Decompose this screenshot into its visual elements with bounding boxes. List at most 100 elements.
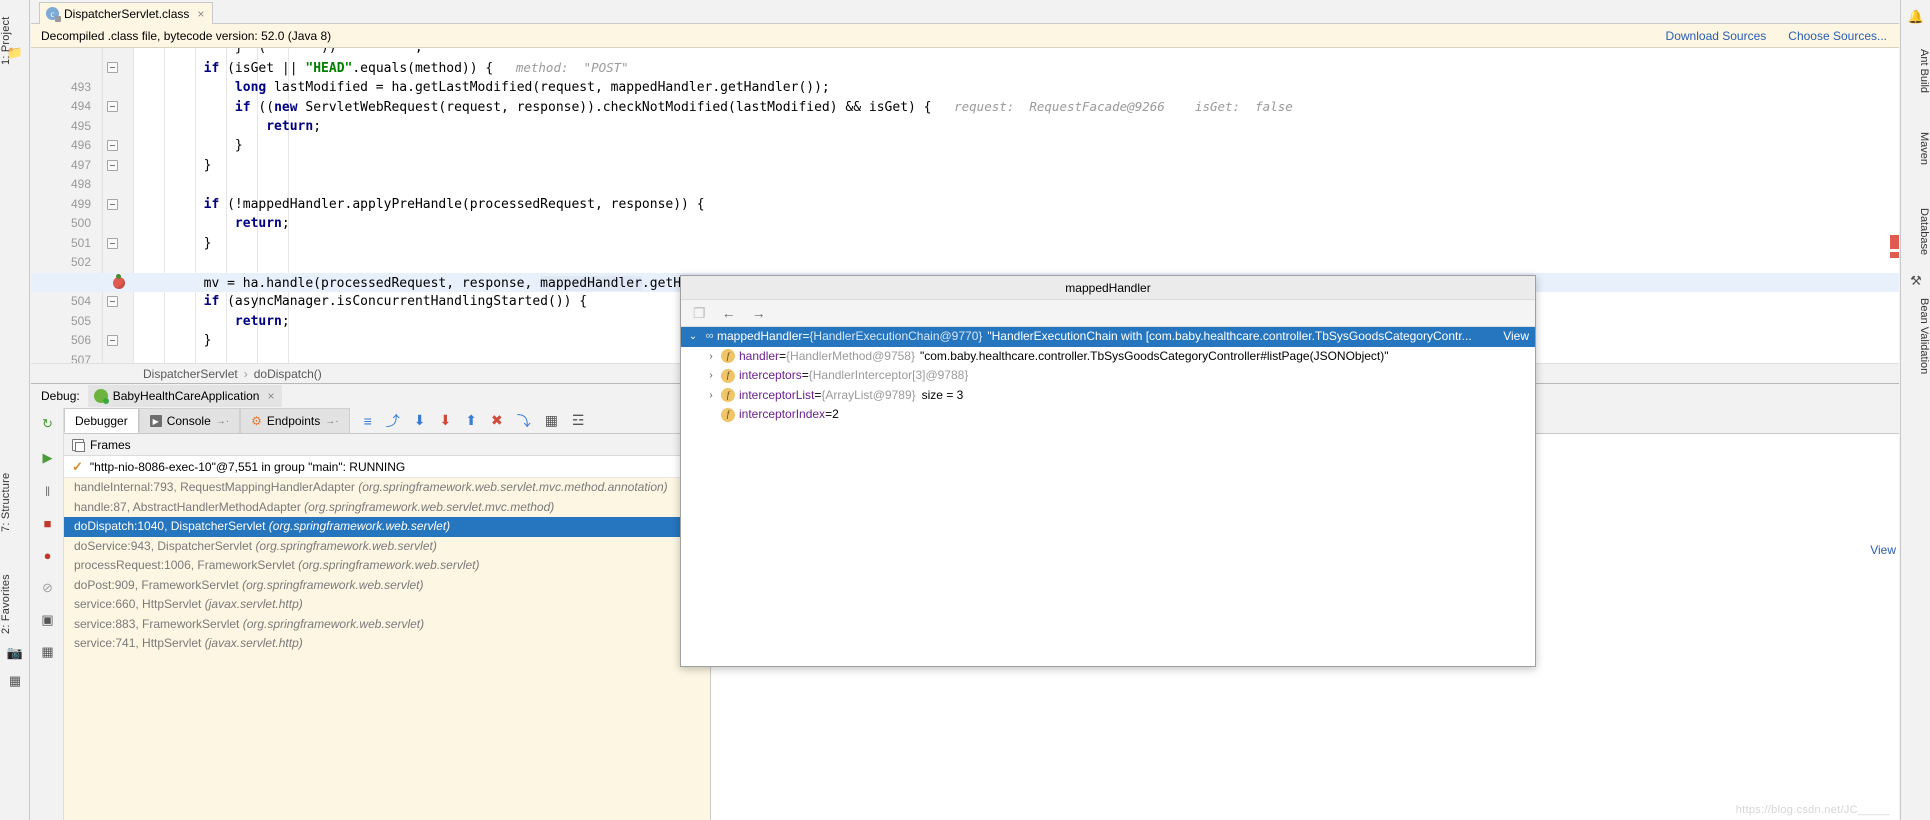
bean-icon[interactable]: ⚒ [1907, 272, 1925, 290]
tab-debugger[interactable]: Debugger [64, 408, 139, 433]
sidebar-item-database[interactable]: Database [1900, 196, 1930, 268]
view-link[interactable]: View [1493, 327, 1529, 347]
frame-row[interactable]: handleInternal:793, RequestMappingHandle… [64, 478, 710, 498]
pause-program-icon[interactable]: ‖ [38, 482, 57, 501]
notifications-icon[interactable]: 🔔 [1907, 8, 1925, 26]
code-line[interactable]: 498 } [31, 156, 1899, 176]
tree-node-interceptorindex[interactable]: f interceptorIndex = 2 [681, 405, 1535, 425]
thread-selector[interactable]: ✓ "http-nio-8086-exec-10"@7,551 in group… [64, 456, 710, 478]
close-icon[interactable]: × [267, 389, 274, 403]
sidebar-item-favorites[interactable]: 2: Favorites [0, 560, 30, 648]
fold-marker-icon[interactable] [107, 296, 118, 307]
layout-settings-icon[interactable]: ≡ [364, 413, 372, 429]
back-arrow-icon[interactable]: ← [722, 305, 736, 321]
sidebar-item-ant-build[interactable]: Ant Build [1900, 40, 1930, 102]
code-line[interactable]: 495 if ((new ServletWebRequest(request, … [31, 97, 1899, 117]
chevron-down-icon[interactable]: ⌄ [685, 327, 701, 347]
step-into-icon[interactable]: ⬇ [414, 412, 426, 429]
sidebar-item-project[interactable]: 1: Project [0, 6, 30, 76]
stop-icon[interactable]: ■ [38, 514, 57, 533]
layout-icon[interactable]: ▦ [38, 642, 57, 661]
fold-marker-icon[interactable] [107, 335, 118, 346]
breadcrumb-class[interactable]: DispatcherServlet [143, 367, 238, 381]
sidebar-item-bean-validation[interactable]: Bean Validation [1900, 290, 1930, 382]
choose-sources-link[interactable]: Choose Sources... [1788, 29, 1887, 43]
thread-label: "http-nio-8086-exec-10"@7,551 in group "… [90, 460, 405, 474]
fold-marker-icon[interactable] [107, 140, 118, 151]
chevron-right-icon[interactable]: › [703, 366, 719, 386]
frames-header: Frames [64, 434, 710, 456]
code-line[interactable]: 494 long lastModified = ha.getLastModifi… [31, 78, 1899, 98]
run-to-cursor-icon[interactable]: ⤵ [517, 411, 531, 431]
tree-node-handler[interactable]: › f handler = {HandlerMethod@9758} "com.… [681, 347, 1535, 367]
code-line[interactable]: 496 return; [31, 117, 1899, 137]
equals-sign: = [802, 327, 809, 347]
drop-frame-icon[interactable]: ✖ [491, 412, 503, 429]
frames-pane: Frames ✓ "http-nio-8086-exec-10"@7,551 i… [64, 434, 711, 820]
tree-node-interceptors[interactable]: › f interceptors = {HandlerInterceptor[3… [681, 366, 1535, 386]
rerun-icon[interactable]: ↻ [38, 414, 57, 433]
code-line[interactable]: 501 return; [31, 214, 1899, 234]
sidebar-item-maven[interactable]: Maven [1900, 120, 1930, 178]
settings-icon[interactable]: ☲ [572, 412, 585, 429]
view-breakpoints-icon[interactable]: ● [38, 546, 57, 565]
code-line[interactable]: 503 [31, 253, 1899, 273]
pin-icon[interactable]: →· [216, 416, 229, 427]
fold-marker-icon[interactable] [107, 160, 118, 171]
fold-marker-icon[interactable] [107, 238, 118, 249]
tree-node-mappedhandler[interactable]: ⌄ ∞ mappedHandler = {HandlerExecutionCha… [681, 327, 1535, 347]
tab-endpoints[interactable]: ⚙ Endpoints →· [240, 408, 349, 433]
terminal-strip-icon[interactable]: ▦ [6, 672, 24, 690]
chevron-right-icon[interactable]: › [703, 347, 719, 367]
frame-row[interactable]: service:741, HttpServlet (javax.servlet.… [64, 634, 710, 654]
sidebar-item-structure[interactable]: 7: Structure [0, 460, 30, 544]
frame-row[interactable]: processRequest:1006, FrameworkServlet (o… [64, 556, 710, 576]
frames-list[interactable]: handleInternal:793, RequestMappingHandle… [64, 478, 710, 820]
frame-row[interactable]: doPost:909, FrameworkServlet (org.spring… [64, 576, 710, 596]
tree-node-interceptorlist[interactable]: › f interceptorList = {ArrayList@9789} s… [681, 386, 1535, 406]
resume-program-icon[interactable]: ▶ [38, 448, 57, 467]
thread-running-icon: ✓ [72, 459, 83, 475]
variable-inspector-popup[interactable]: mappedHandler ❐ ← → ⌄ ∞ mappedHandler = … [680, 275, 1536, 667]
code-line[interactable]: 500 if (!mappedHandler.applyPreHandle(pr… [31, 195, 1899, 215]
editor-tab-dispatcherservlet[interactable]: c DispatcherServlet.class × [39, 2, 213, 24]
forward-arrow-icon[interactable]: → [752, 305, 766, 321]
code-line[interactable]: 497 } [31, 136, 1899, 156]
fold-marker-icon[interactable] [107, 62, 118, 73]
step-over-icon[interactable]: ⤴ [386, 411, 400, 431]
fold-marker-icon[interactable] [107, 101, 118, 112]
pin-icon[interactable]: →· [325, 416, 338, 427]
view-link-side[interactable]: View [1870, 543, 1896, 557]
code-line[interactable]: 502 } [31, 234, 1899, 254]
frame-row[interactable]: service:883, FrameworkServlet (org.sprin… [64, 615, 710, 635]
camera-strip-icon[interactable]: 📷 [6, 644, 24, 662]
frame-row-selected[interactable]: doDispatch:1040, DispatcherServlet (org.… [64, 517, 710, 537]
fold-marker-icon[interactable] [107, 199, 118, 210]
evaluate-expression-icon[interactable]: ▦ [545, 412, 558, 429]
frame-row[interactable]: handle:87, AbstractHandlerMethodAdapter … [64, 498, 710, 518]
chevron-right-icon[interactable]: › [703, 386, 719, 406]
variable-tree[interactable]: ⌄ ∞ mappedHandler = {HandlerExecutionCha… [681, 327, 1535, 425]
variable-value: "com.baby.healthcare.controller.TbSysGoo… [920, 347, 1389, 367]
endpoints-icon: ⚙ [251, 414, 262, 428]
tab-console[interactable]: ▶ Console →· [139, 408, 240, 433]
popup-toolbar: ❐ ← → [681, 300, 1535, 327]
frame-row[interactable]: service:660, HttpServlet (javax.servlet.… [64, 595, 710, 615]
mute-breakpoints-icon[interactable]: ⊘ [38, 578, 57, 597]
editor-tab-label: DispatcherServlet.class [64, 7, 189, 21]
force-step-into-icon[interactable]: ⬇ [439, 412, 451, 429]
tab-endpoints-label: Endpoints [267, 414, 320, 428]
copy-value-icon[interactable]: ❐ [693, 305, 706, 322]
download-sources-link[interactable]: Download Sources [1666, 29, 1767, 43]
code-line[interactable]: 499 [31, 175, 1899, 195]
code-line[interactable]: 493 if (isGet || "HEAD".equals(method)) … [31, 58, 1899, 78]
breadcrumb-method[interactable]: doDispatch() [254, 367, 322, 381]
frame-package: (javax.servlet.http) [205, 597, 303, 611]
step-out-icon[interactable]: ⬆ [465, 412, 477, 429]
frame-row[interactable]: doService:943, DispatcherServlet (org.sp… [64, 537, 710, 557]
camera-icon[interactable]: ▣ [38, 610, 57, 629]
run-configuration-tab[interactable]: BabyHealthCareApplication × [88, 385, 283, 407]
breakpoint-icon[interactable] [113, 277, 125, 289]
inline-hint: method: "POST" [516, 60, 629, 75]
close-icon[interactable]: × [197, 7, 204, 21]
